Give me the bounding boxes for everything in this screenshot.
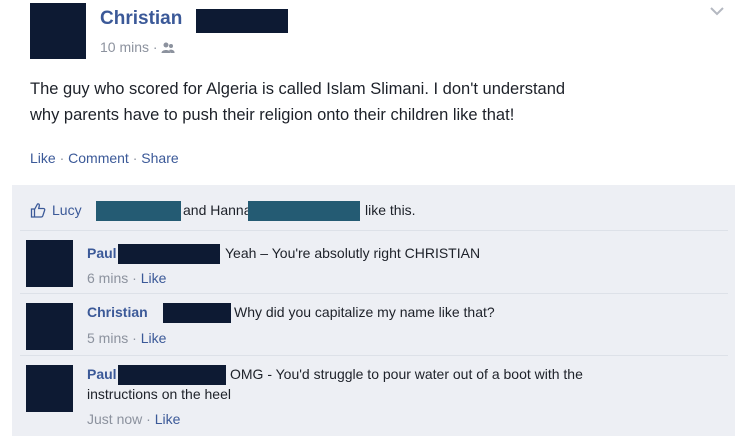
- redacted-comment-author-surname: [163, 303, 231, 323]
- author-avatar[interactable]: [30, 3, 86, 59]
- comment-timestamp[interactable]: 5 mins: [87, 330, 128, 346]
- chevron-down-icon[interactable]: [708, 4, 726, 18]
- post-actions: Like · Comment · Share: [30, 150, 179, 166]
- comment-meta: Just now · Like: [87, 411, 181, 427]
- divider: [20, 293, 728, 294]
- comment-timestamp[interactable]: 6 mins: [87, 270, 128, 286]
- redacted-comment-author-surname: [118, 244, 220, 264]
- comment-text: Yeah – You're absolutly right CHRISTIAN: [225, 245, 481, 261]
- comment-like-link[interactable]: Like: [141, 330, 167, 346]
- post-body-line-2: why parents have to push their religion …: [30, 106, 515, 124]
- friends-icon: [161, 41, 176, 57]
- post-timestamp[interactable]: 10 mins: [100, 39, 149, 55]
- thumbs-up-icon[interactable]: [30, 202, 46, 221]
- share-link[interactable]: Share: [141, 150, 178, 166]
- comment-text-line-2: instructions on the heel: [87, 386, 231, 402]
- comment-author[interactable]: Christian: [87, 304, 148, 320]
- comment-text: Why did you capitalize my name like that…: [234, 304, 495, 320]
- redacted-liker-2-surname: [248, 201, 360, 221]
- redacted-comment-author-surname: [118, 365, 226, 385]
- comment-meta: 5 mins · Like: [87, 330, 167, 346]
- commenter-avatar[interactable]: [26, 365, 73, 412]
- liker-lucy[interactable]: Lucy: [52, 202, 82, 218]
- comment-like-link[interactable]: Like: [141, 270, 167, 286]
- commenter-avatar[interactable]: [26, 240, 73, 287]
- comment-text-line-1: OMG - You'd struggle to pour water out o…: [230, 366, 583, 382]
- comment-meta: 6 mins · Like: [87, 270, 167, 286]
- commenter-avatar[interactable]: [26, 303, 73, 350]
- divider: [20, 355, 728, 356]
- comment-author[interactable]: Paul: [87, 245, 117, 261]
- post-meta: 10 mins ·: [100, 39, 176, 57]
- redacted-surname: [196, 9, 288, 33]
- comment-like-link[interactable]: Like: [155, 411, 181, 427]
- author-name[interactable]: Christian: [100, 8, 182, 30]
- comment-link[interactable]: Comment: [68, 150, 129, 166]
- likes-joiner: and Hanna: [183, 202, 252, 218]
- divider: [20, 230, 728, 231]
- facebook-post: Christian 10 mins · The guy who scored f…: [0, 0, 750, 436]
- comment-timestamp[interactable]: Just now: [87, 411, 142, 427]
- likes-suffix: like this.: [365, 202, 416, 218]
- like-link[interactable]: Like: [30, 150, 56, 166]
- post-body-line-1: The guy who scored for Algeria is called…: [30, 80, 566, 98]
- comment-author[interactable]: Paul: [87, 366, 117, 382]
- redacted-liker-1-surname: [96, 201, 181, 221]
